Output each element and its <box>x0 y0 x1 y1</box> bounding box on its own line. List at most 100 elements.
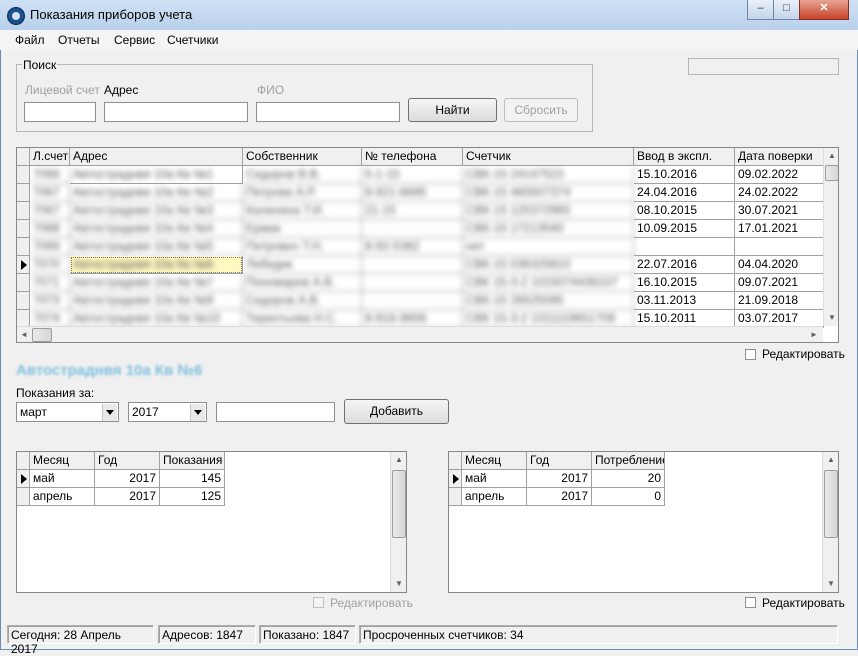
scroll-left-icon[interactable]: ◄ <box>17 327 31 342</box>
cell-owner[interactable]: Калинина Т.И. <box>243 202 362 220</box>
col-counter[interactable]: Счетчик <box>463 148 634 166</box>
main-table-hscrollbar[interactable]: ◄ ► <box>17 326 823 342</box>
cell-verify-date[interactable]: 09.02.2022 <box>735 166 824 184</box>
cell-account[interactable]: 7067 <box>30 184 70 202</box>
cell-account[interactable]: 7066 <box>30 166 70 184</box>
account-input[interactable] <box>24 102 96 122</box>
scroll-up-icon[interactable]: ▲ <box>823 452 838 468</box>
cell-account[interactable]: 7070 <box>30 256 70 274</box>
address-input[interactable] <box>104 102 248 122</box>
cell-counter[interactable]: СВК-15 465507374 <box>463 184 634 202</box>
consumption-vscrollbar[interactable]: ▲ ▼ <box>822 452 838 592</box>
cell-month[interactable]: апрель <box>462 488 527 506</box>
cell-month[interactable]: май <box>30 470 95 488</box>
cell-commission-date[interactable]: 08.10.2015 <box>634 202 735 220</box>
cell-commission-date[interactable]: 24.04.2016 <box>634 184 735 202</box>
col-address[interactable]: Адрес <box>70 148 243 166</box>
scroll-right-icon[interactable]: ► <box>807 327 821 342</box>
month-select[interactable]: март <box>16 402 119 422</box>
cell-commission-date[interactable]: 15.10.2016 <box>634 166 735 184</box>
cell-verify-date[interactable]: 24.02.2022 <box>735 184 824 202</box>
cell-year[interactable]: 2017 <box>95 470 160 488</box>
cell-address[interactable]: Автостраднвя 10а Кв №9 <box>70 292 243 310</box>
cell-owner[interactable]: Сидоров А.В. <box>243 292 362 310</box>
edit-readings-checkbox[interactable] <box>313 597 324 608</box>
col-phone[interactable]: № телефона <box>362 148 463 166</box>
scroll-down-icon[interactable]: ▼ <box>824 310 838 326</box>
col-consumption[interactable]: Потребление <box>592 452 665 470</box>
cell-owner[interactable]: Ермак <box>243 220 362 238</box>
cell-account[interactable]: 7067 <box>30 202 70 220</box>
col-reading[interactable]: Показания <box>160 452 225 470</box>
cell-verify-date[interactable]: 17.01.2021 <box>735 220 824 238</box>
cell-phone[interactable] <box>362 256 463 274</box>
cell-counter[interactable]: СВК-15 24147523 <box>463 166 634 184</box>
cell-commission-date[interactable]: 22.07.2016 <box>634 256 735 274</box>
cell-counter[interactable]: СВК-15 125372965 <box>463 202 634 220</box>
edit-consumption-checkbox[interactable] <box>745 597 756 608</box>
col-verify-date[interactable]: Дата поверки <box>735 148 824 166</box>
cell-phone[interactable]: 8-921-6695 <box>362 184 463 202</box>
scroll-down-icon[interactable]: ▼ <box>823 576 838 592</box>
chevron-down-icon[interactable] <box>190 404 205 421</box>
cell-reading[interactable]: 145 <box>160 470 225 488</box>
cell-address-selected[interactable]: Автостраднвя 10а Кв №6 <box>70 256 243 274</box>
cell-counter[interactable]: СВК-15 26525095 <box>463 292 634 310</box>
cell-year[interactable]: 2017 <box>527 488 592 506</box>
cell-reading[interactable]: 125 <box>160 488 225 506</box>
cell-consumption[interactable]: 20 <box>592 470 665 488</box>
table-row-selected[interactable]: 7070 Автостраднвя 10а Кв №6 Лебедик СВК-… <box>17 256 824 274</box>
table-row[interactable]: 7069 Автостраднвя 10а Кв №5 Петрович Т.Н… <box>17 238 824 256</box>
readings-table[interactable]: Месяц Год Показания май 2017 145 апрель … <box>16 451 407 593</box>
scroll-thumb[interactable] <box>392 470 406 538</box>
col-year[interactable]: Год <box>527 452 592 470</box>
cell-counter[interactable]: СВК-15 17213540 <box>463 220 634 238</box>
cell-phone[interactable]: 21-15 <box>362 202 463 220</box>
cell-phone[interactable] <box>362 292 463 310</box>
fio-input[interactable] <box>256 102 400 122</box>
table-row[interactable]: 7067 Автостраднвя 10а Кв №3 Калинина Т.И… <box>17 202 824 220</box>
cell-counter[interactable]: нет <box>463 238 634 256</box>
table-row[interactable]: 7067 Автостраднвя 10а Кв №2 Петрова А.Р.… <box>17 184 824 202</box>
scroll-thumb[interactable] <box>824 470 838 538</box>
menu-counters[interactable]: Счетчики <box>167 33 218 47</box>
cell-phone[interactable]: 5-1-15 <box>362 166 463 184</box>
menu-file[interactable]: Файл <box>15 33 45 47</box>
cell-phone[interactable] <box>362 220 463 238</box>
cell-month[interactable]: май <box>462 470 527 488</box>
cell-account[interactable]: 7068 <box>30 220 70 238</box>
add-button[interactable]: Добавить <box>344 399 449 424</box>
reset-button[interactable]: Сбросить <box>504 98 578 122</box>
cell-address[interactable]: Автостраднвя 10а Кв №4 <box>70 220 243 238</box>
chevron-down-icon[interactable] <box>102 404 117 421</box>
main-table-vscrollbar[interactable]: ▲ ▼ <box>823 148 838 326</box>
cell-verify-date[interactable] <box>735 238 824 256</box>
cell-account[interactable]: 7073 <box>30 292 70 310</box>
scroll-thumb[interactable] <box>825 165 838 181</box>
cell-month[interactable]: апрель <box>30 488 95 506</box>
cell-owner[interactable]: Пономарев А.В. <box>243 274 362 292</box>
cell-address[interactable]: Автостраднвя 10а Кв №1 <box>70 166 243 184</box>
cell-commission-date[interactable]: 03.11.2013 <box>634 292 735 310</box>
cell-address[interactable]: Автостраднвя 10а Кв №7 <box>70 274 243 292</box>
cell-counter[interactable]: СВК 15-3-2 1015074436107 <box>463 274 634 292</box>
cell-owner[interactable]: Лебедик <box>243 256 362 274</box>
table-row[interactable]: 7066 Автостраднвя 10а Кв №1 Сидоров В.В.… <box>17 166 824 184</box>
year-select[interactable]: 2017 <box>128 402 207 422</box>
reading-value-input[interactable] <box>216 402 335 422</box>
accounts-table[interactable]: Л.счет Адрес Собственник № телефона Счет… <box>16 147 839 343</box>
cell-phone[interactable]: 8-92-5382 <box>362 238 463 256</box>
scroll-up-icon[interactable]: ▲ <box>824 148 838 164</box>
cell-address[interactable]: Автостраднвя 10а Кв №2 <box>70 184 243 202</box>
cell-commission-date[interactable]: 10.09.2015 <box>634 220 735 238</box>
cell-account[interactable]: 7071 <box>30 274 70 292</box>
col-owner[interactable]: Собственник <box>243 148 362 166</box>
cell-owner[interactable]: Петрова А.Р. <box>243 184 362 202</box>
cell-year[interactable]: 2017 <box>527 470 592 488</box>
cell-phone[interactable] <box>362 274 463 292</box>
scroll-up-icon[interactable]: ▲ <box>391 452 406 468</box>
cell-verify-date[interactable]: 09.07.2021 <box>735 274 824 292</box>
scroll-down-icon[interactable]: ▼ <box>391 576 406 592</box>
find-button[interactable]: Найти <box>408 98 497 122</box>
readings-vscrollbar[interactable]: ▲ ▼ <box>390 452 406 592</box>
